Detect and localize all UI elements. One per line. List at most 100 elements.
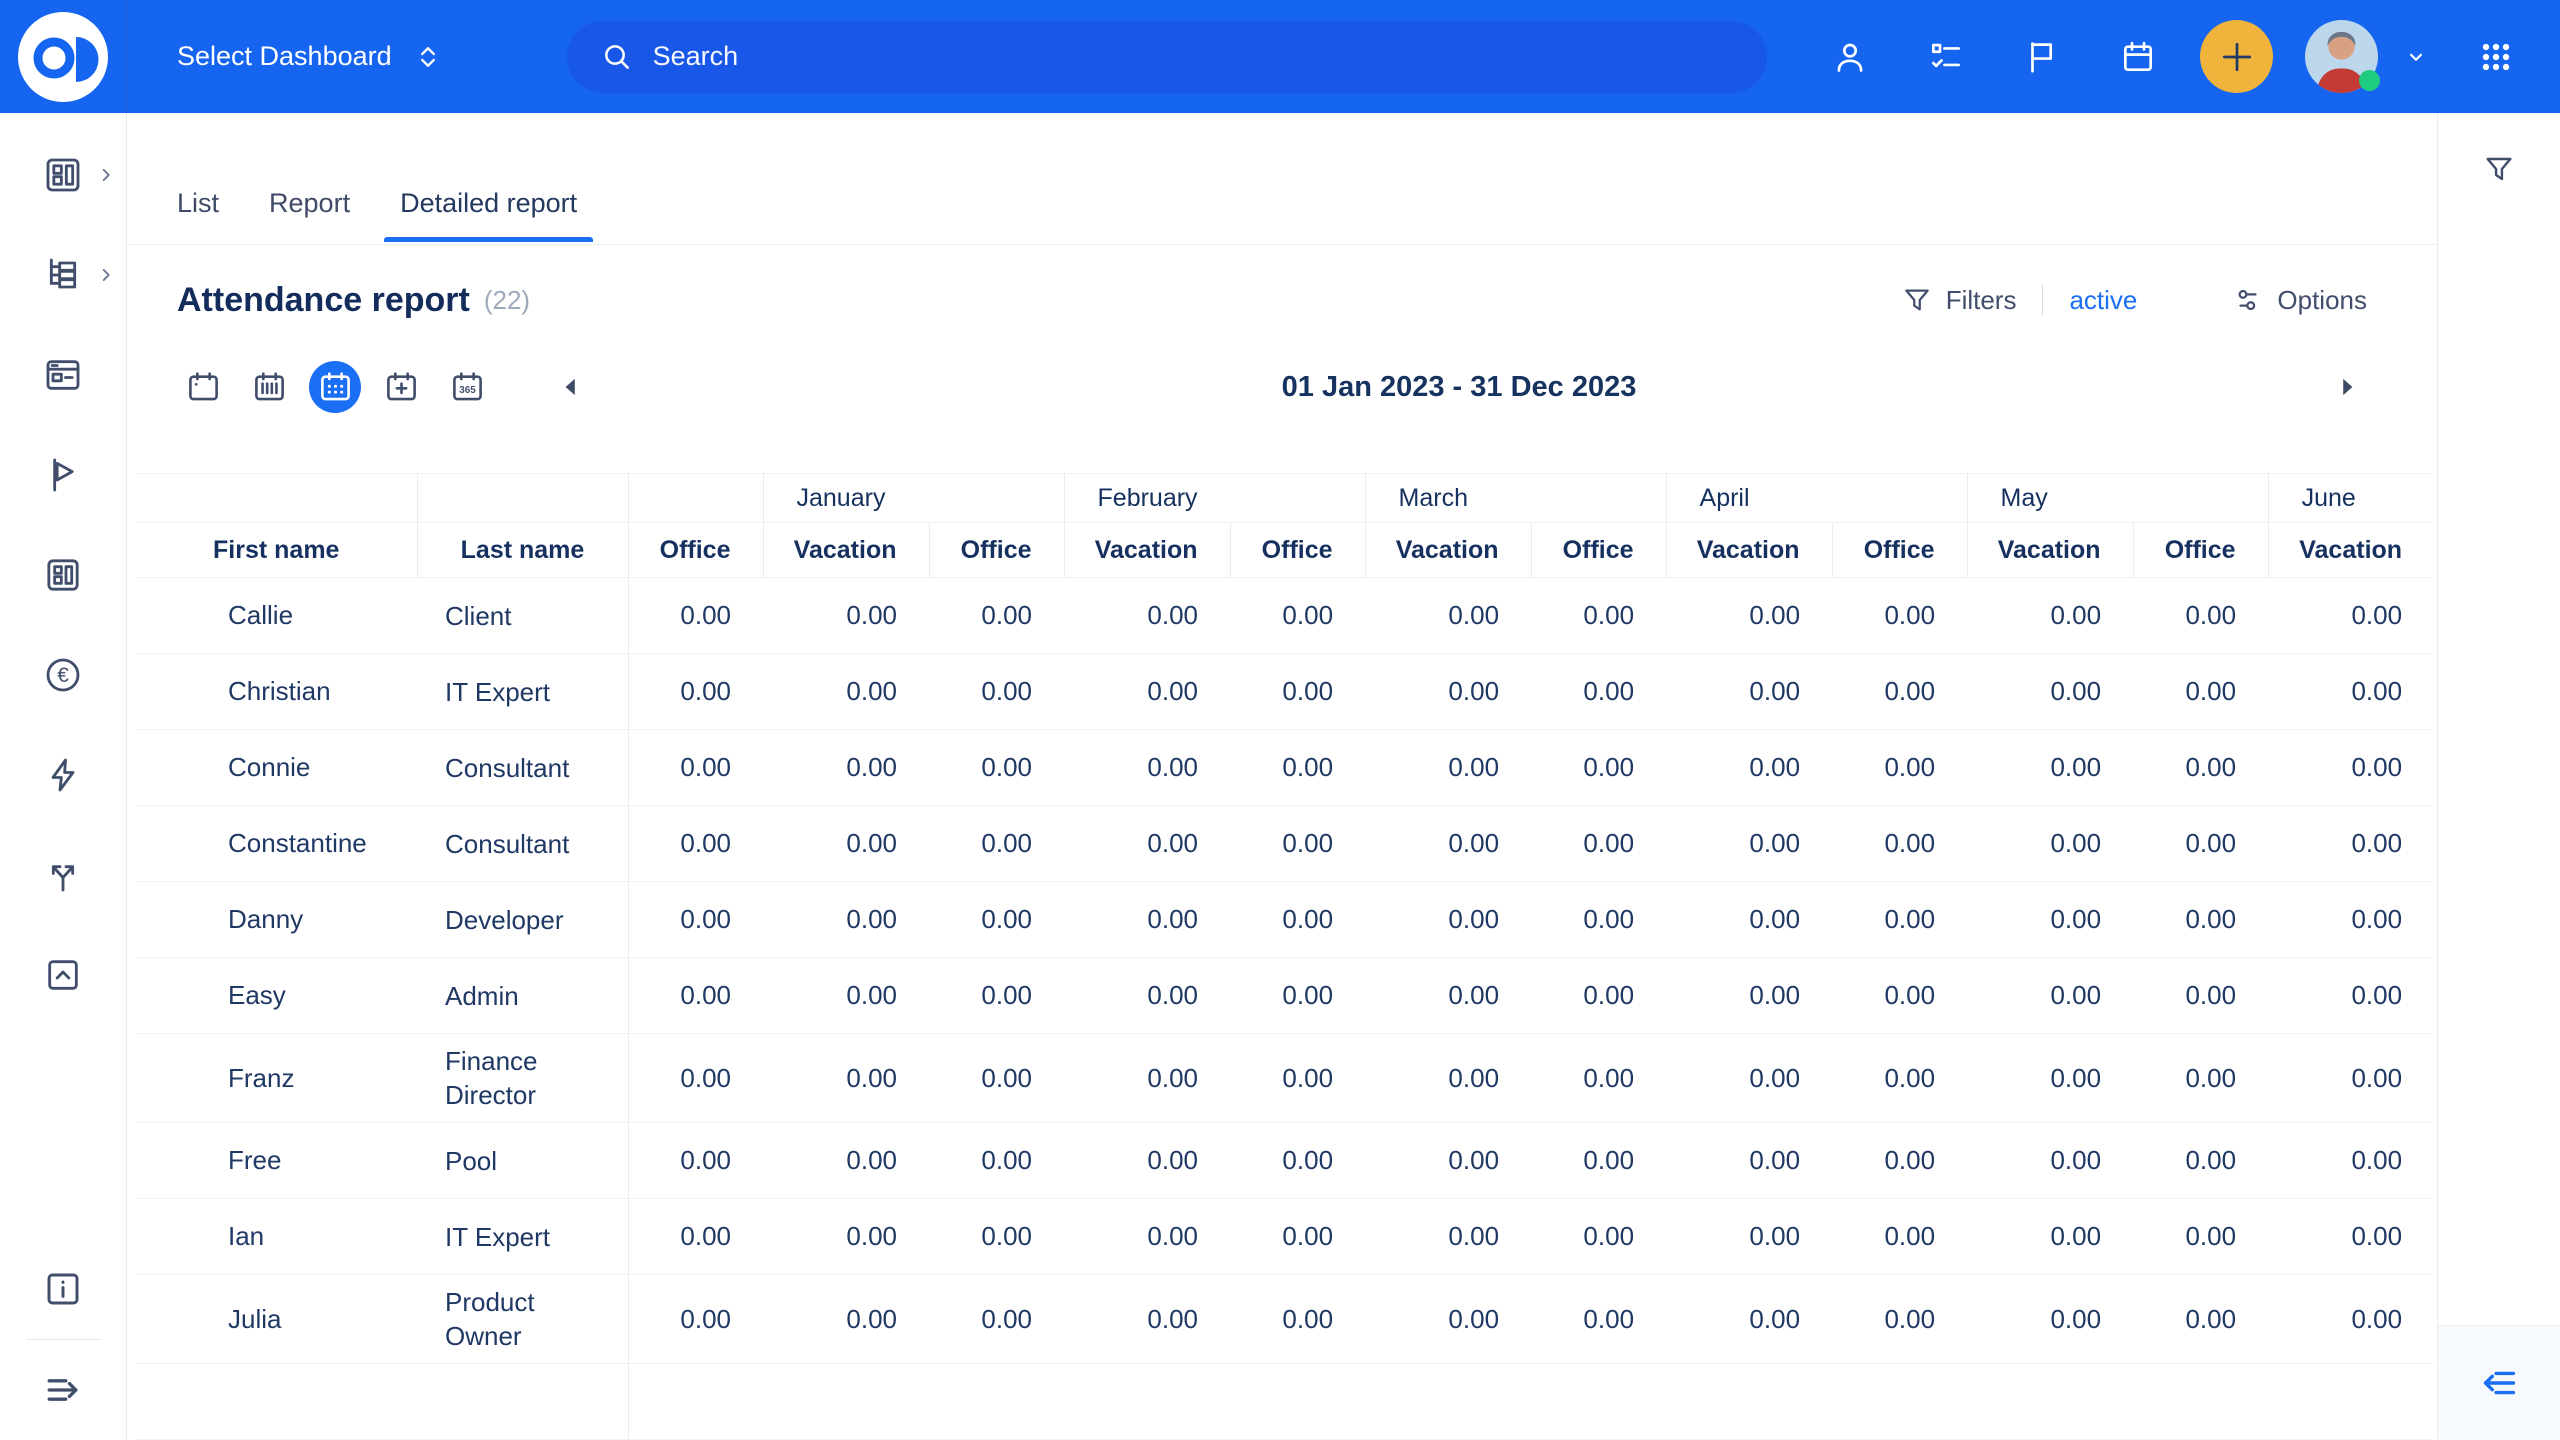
- value-cell: 0.00: [1832, 730, 1967, 806]
- value-cell: 0.00: [1365, 578, 1531, 654]
- previous-period-button[interactable]: [551, 367, 591, 407]
- table-row: DannyDeveloper0.000.000.000.000.000.000.…: [136, 882, 2434, 958]
- vacation-header: Vacation: [1064, 523, 1230, 578]
- last-name-header: Last name: [417, 523, 628, 578]
- value-cell: 0.00: [1832, 806, 1967, 882]
- panel-filter-button[interactable]: [2483, 153, 2515, 190]
- sidebar-expand-button[interactable]: [0, 1370, 127, 1410]
- last-name-cell: Client: [417, 578, 628, 654]
- sidebar-item-portal[interactable]: [0, 355, 127, 395]
- value-cell: 0.00: [1832, 1199, 1967, 1275]
- next-period-button[interactable]: [2327, 367, 2367, 407]
- value-cell: 0.00: [2268, 806, 2434, 882]
- table-row: FreePool0.000.000.000.000.000.000.000.00…: [136, 1123, 2434, 1199]
- tasks-button[interactable]: [1926, 37, 1966, 77]
- view-month-button[interactable]: [309, 361, 361, 413]
- profile-button[interactable]: [1830, 37, 1870, 77]
- sidebar-item-org-structure[interactable]: [0, 255, 127, 295]
- value-cell: [763, 1364, 929, 1440]
- value-cell: 0.00: [1365, 806, 1531, 882]
- value-cell: 0.00: [1531, 578, 1666, 654]
- calendar-icon: [2119, 38, 2157, 76]
- previous-arrow-icon: [558, 374, 584, 400]
- value-cell: 0.00: [1064, 958, 1230, 1034]
- value-cell: 0.00: [1531, 730, 1666, 806]
- value-cell: 0.00: [2133, 1275, 2268, 1364]
- sidebar-item-payroll[interactable]: €: [0, 655, 127, 695]
- calendar-view-switcher: 365: [177, 361, 493, 413]
- day-calendar-icon: [185, 369, 222, 406]
- search-input[interactable]: [653, 41, 1737, 72]
- tab-list[interactable]: List: [161, 113, 235, 244]
- value-cell: 0.00: [2268, 1199, 2434, 1275]
- apps-grid-button[interactable]: [2476, 37, 2516, 77]
- tab-detailed-report[interactable]: Detailed report: [384, 113, 593, 244]
- add-button[interactable]: [2200, 20, 2273, 93]
- column-header-row: First nameLast nameOfficeVacationOfficeV…: [136, 523, 2434, 578]
- view-year-button[interactable]: 365: [441, 361, 493, 413]
- first-name-cell: Julia: [136, 1275, 417, 1364]
- tree-hierarchy-icon: [43, 255, 83, 295]
- value-cell: 0.00: [1365, 882, 1531, 958]
- view-week-button[interactable]: [243, 361, 295, 413]
- view-day-button[interactable]: [177, 361, 229, 413]
- value-cell: 0.00: [1365, 654, 1531, 730]
- value-cell: 0.00: [2133, 654, 2268, 730]
- app-logo[interactable]: [0, 0, 127, 113]
- value-cell: [1230, 1364, 1365, 1440]
- active-filters-link[interactable]: active: [2069, 285, 2137, 316]
- date-range-label[interactable]: 01 Jan 2023 - 31 Dec 2023: [591, 371, 2327, 404]
- filter-funnel-icon: [2483, 153, 2515, 185]
- sidebar-item-reports[interactable]: [0, 555, 127, 595]
- month-header-may: May: [1967, 474, 2268, 523]
- tab-report[interactable]: Report: [253, 113, 366, 244]
- value-cell: 0.00: [929, 1034, 1064, 1123]
- dashboard-selector[interactable]: Select Dashboard: [177, 41, 442, 72]
- lightning-icon: [43, 755, 83, 795]
- value-cell: 0.00: [763, 958, 929, 1034]
- value-cell: 0.00: [1064, 654, 1230, 730]
- select-chevrons-icon: [414, 43, 442, 71]
- last-name-cell: Consultant: [417, 806, 628, 882]
- filters-button[interactable]: Filters: [1902, 285, 2017, 316]
- sidebar-item-info[interactable]: [0, 1269, 127, 1309]
- value-cell: 0.00: [2133, 1034, 2268, 1123]
- value-cell: [1531, 1364, 1666, 1440]
- header-divider: [2042, 284, 2043, 316]
- attendance-table-wrap: JanuaryFebruaryMarchAprilMayJune First n…: [136, 473, 2437, 1440]
- value-cell: 0.00: [1666, 730, 1832, 806]
- value-cell: [1365, 1364, 1531, 1440]
- sidebar-item-workflows[interactable]: [0, 855, 127, 895]
- sidebar-item-dashboards[interactable]: [0, 155, 127, 195]
- options-button[interactable]: Options: [2233, 285, 2367, 316]
- plus-icon: [2220, 40, 2254, 74]
- vacation-header: Vacation: [1365, 523, 1531, 578]
- online-status-dot: [2359, 70, 2380, 91]
- value-cell: 0.00: [1064, 1275, 1230, 1364]
- value-cell: 0.00: [628, 654, 763, 730]
- panel-collapse-button[interactable]: [2438, 1325, 2560, 1440]
- first-name-cell: Callie: [136, 578, 417, 654]
- value-cell: 0.00: [2268, 730, 2434, 806]
- calendar-button[interactable]: [2118, 37, 2158, 77]
- office-header: Office: [929, 523, 1064, 578]
- value-cell: 0.00: [1064, 882, 1230, 958]
- value-cell: 0.00: [1666, 958, 1832, 1034]
- goals-button[interactable]: [2022, 37, 2062, 77]
- sidebar-item-automations[interactable]: [0, 755, 127, 795]
- report-tabs: List Report Detailed report: [127, 113, 2437, 245]
- value-cell: 0.00: [1064, 578, 1230, 654]
- month-header-january: January: [763, 474, 1064, 523]
- user-avatar[interactable]: [2305, 20, 2378, 93]
- value-cell: 0.00: [1230, 654, 1365, 730]
- global-search[interactable]: [567, 21, 1767, 93]
- last-name-cell: Pool: [417, 1123, 628, 1199]
- sidebar-item-onboarding[interactable]: [0, 455, 127, 495]
- account-menu-chevron[interactable]: [2396, 37, 2436, 77]
- value-cell: 0.00: [1064, 1199, 1230, 1275]
- sidebar-item-import[interactable]: [0, 955, 127, 995]
- value-cell: 0.00: [1531, 806, 1666, 882]
- table-row: FranzFinance Director0.000.000.000.000.0…: [136, 1034, 2434, 1123]
- view-custom-range-button[interactable]: [375, 361, 427, 413]
- value-cell: 0.00: [1832, 1275, 1967, 1364]
